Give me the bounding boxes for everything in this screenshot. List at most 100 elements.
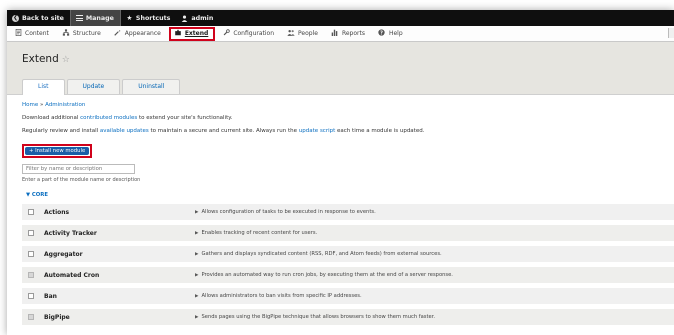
contributed-modules-link[interactable]: contributed modules (80, 115, 137, 121)
tray-label: Reports (341, 30, 365, 37)
intro-paragraph-2: Regularly review and install available u… (22, 128, 659, 136)
module-name: Activity Tracker (44, 229, 97, 237)
structure-icon (62, 29, 70, 38)
table-row: BigPipe ▶ Sends pages using the BigPipe t… (22, 309, 674, 330)
table-row: Automated Cron ▶ Provides an automated wa… (22, 267, 674, 288)
module-description-toggle[interactable]: ▶ Provides an automated way to run cron j… (195, 272, 453, 278)
module-checkbox[interactable] (28, 230, 34, 236)
breadcrumb-separator: » (40, 102, 44, 108)
main-content: Home » Administration Download additiona… (7, 95, 674, 330)
tray-item-reports[interactable]: Reports (324, 26, 371, 41)
back-to-site-label: Back to site (22, 14, 64, 22)
tab-uninstall[interactable]: Uninstall (122, 79, 181, 94)
help-icon: ? (378, 29, 386, 38)
expand-triangle-icon: ▶ (195, 231, 199, 236)
admin-menu-tray: Content Structure Appearance Extend Conf… (7, 26, 674, 42)
module-filter-input[interactable] (22, 164, 135, 174)
module-name: Ban (44, 292, 57, 300)
module-description: Allows configuration of tasks to be exec… (201, 209, 376, 215)
module-description: Allows administrators to ban visits from… (201, 293, 362, 299)
breadcrumb: Home » Administration (22, 102, 659, 110)
install-new-module-button[interactable]: + Install new module (25, 147, 90, 155)
module-description: Enables tracking of recent content for u… (201, 230, 318, 236)
tray-item-extend[interactable]: Extend (168, 26, 216, 41)
user-icon (181, 15, 188, 22)
module-description: Sends pages using the BigPipe technique … (201, 314, 436, 320)
breadcrumb-administration[interactable]: Administration (45, 102, 85, 108)
people-icon (287, 29, 295, 38)
module-description-toggle[interactable]: ▶ Sends pages using the BigPipe technique… (195, 314, 435, 320)
primary-tabs: List Update Uninstall (22, 79, 182, 95)
tray-item-appearance[interactable]: Appearance (107, 26, 167, 41)
shortcuts-label: Shortcuts (135, 14, 171, 22)
page-title: Extend ☆ (22, 53, 70, 65)
module-description-toggle[interactable]: ▶ Gathers and displays syndicated content… (195, 251, 442, 257)
module-filter: Enter a part of the module name or descr… (22, 164, 659, 183)
module-checkbox[interactable] (28, 209, 34, 215)
shortcuts-tab[interactable]: ★ Shortcuts (121, 10, 176, 26)
manage-tab[interactable]: Manage (69, 10, 121, 26)
module-name: BigPipe (44, 313, 70, 321)
tray-toggle-handle[interactable] (668, 28, 674, 38)
intro-text: to maintain a secure and current site. A… (148, 128, 299, 134)
tray-item-configuration[interactable]: Configuration (215, 26, 280, 41)
wrench-icon (222, 29, 230, 38)
tab-list[interactable]: List (22, 79, 65, 95)
module-name: Actions (44, 208, 70, 216)
intro-paragraph-1: Download additional contributed modules … (22, 115, 659, 123)
table-row: Aggregator ▶ Gathers and displays syndica… (22, 246, 674, 267)
table-row: Ban ▶ Allows administrators to ban visits… (22, 288, 674, 309)
reports-icon (331, 29, 339, 38)
tray-item-people[interactable]: People (280, 26, 324, 41)
tray-label: Help (388, 30, 403, 37)
module-description-toggle[interactable]: ▶ Allows configuration of tasks to be exe… (195, 209, 376, 215)
install-highlight: + Install new module (22, 144, 93, 158)
tray-label: Extend (184, 30, 209, 37)
module-description-toggle[interactable]: ▶ Allows administrators to ban visits fro… (195, 293, 362, 299)
page-title-text: Extend (22, 53, 59, 65)
menu-icon (75, 15, 83, 21)
tray-label: Appearance (124, 30, 161, 37)
expand-triangle-icon: ▶ (195, 315, 199, 320)
user-label: admin (191, 14, 214, 22)
table-row: Activity Tracker ▶ Enables tracking of re… (22, 225, 674, 246)
tray-item-help[interactable]: ? Help (371, 26, 409, 41)
tab-update[interactable]: Update (66, 79, 121, 94)
expand-triangle-icon: ▶ (195, 252, 199, 257)
tray-item-structure[interactable]: Structure (55, 26, 107, 41)
user-tab[interactable]: admin (176, 10, 219, 26)
back-to-site-link[interactable]: ❮ Back to site (7, 10, 70, 26)
core-fieldset-toggle[interactable]: ▼ CORE (26, 192, 659, 198)
intro-text: Regularly review and install (22, 128, 100, 134)
intro-text: each time a module is updated. (335, 128, 425, 134)
tray-label: Configuration (233, 30, 275, 37)
tray-label: Structure (72, 30, 101, 37)
module-checkbox-disabled (28, 272, 34, 278)
available-updates-link[interactable]: available updates (100, 128, 149, 134)
intro-text: Download additional (22, 115, 81, 121)
manage-label: Manage (85, 14, 114, 22)
back-arrow-icon: ❮ (12, 14, 19, 22)
appearance-icon (114, 29, 122, 38)
module-checkbox[interactable] (28, 251, 34, 257)
expand-triangle-icon: ▶ (195, 294, 199, 299)
module-description: Gathers and displays syndicated content … (201, 251, 442, 257)
expand-triangle-icon: ▶ (195, 210, 199, 215)
tray-item-content[interactable]: Content (7, 26, 55, 41)
module-name: Automated Cron (44, 271, 100, 279)
update-script-link[interactable]: update script (299, 128, 335, 134)
page-header: Extend ☆ List Update Uninstall (7, 42, 674, 95)
module-description: Provides an automated way to run cron jo… (201, 272, 453, 278)
module-checkbox[interactable] (28, 293, 34, 299)
module-filter-description: Enter a part of the module name or descr… (22, 177, 141, 183)
breadcrumb-home[interactable]: Home (22, 102, 38, 108)
admin-toolbar: ❮ Back to site Manage ★ Shortcuts admin (7, 10, 674, 26)
expand-triangle-icon: ▶ (195, 273, 199, 278)
star-icon: ★ (126, 13, 133, 22)
tray-label: People (298, 30, 318, 37)
module-name: Aggregator (44, 250, 83, 258)
shortcut-star-icon[interactable]: ☆ (62, 55, 70, 65)
module-description-toggle[interactable]: ▶ Enables tracking of recent content for … (195, 230, 317, 236)
browser-frame: ❮ Back to site Manage ★ Shortcuts admin … (7, 10, 674, 335)
content-icon (14, 29, 22, 38)
